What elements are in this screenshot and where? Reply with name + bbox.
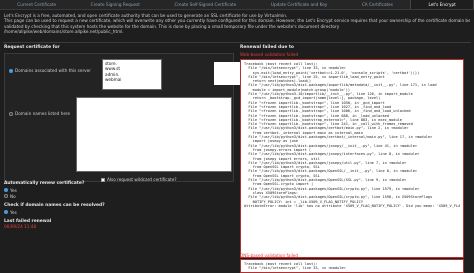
section-divider: [3, 42, 471, 43]
renew-no-label: No: [10, 193, 16, 199]
option-associated-row[interactable]: Domains associated with this server: [9, 68, 91, 73]
auto-renew-heading: Automatically renew certificate?: [4, 181, 85, 186]
radio-renew-yes[interactable]: [4, 188, 8, 193]
auto-renew-no-row[interactable]: No: [4, 194, 232, 199]
radio-check-yes[interactable]: [4, 210, 8, 215]
traceback-line: File "/bin/letsencrypt", line 33, in <mo…: [244, 266, 346, 271]
intro-line: This page can be used to request a new c…: [4, 18, 470, 24]
check-resolve-heading: Check if domain names can be resolved?: [4, 203, 105, 208]
radio-listed[interactable]: [9, 111, 13, 116]
radio-renew-no[interactable]: [4, 194, 8, 199]
traceback-box[interactable]: Traceback (most recent call last): File …: [240, 59, 464, 258]
tab-create-signing-request[interactable]: Create Signing Request: [73, 0, 157, 9]
request-section: Request certificate for Domains associat…: [4, 45, 262, 182]
traceback-line: File "/usr/lib/python3/dist-packages/Ope…: [244, 195, 433, 200]
option-listed-label: Domain names listed here: [15, 111, 71, 116]
radio-associated[interactable]: [9, 68, 13, 73]
tab-create-self-signed[interactable]: Create Self-Signed Certificate: [157, 0, 253, 9]
tab-lets-encrypt[interactable]: Let's Encrypt: [410, 0, 474, 9]
tab-current-certificate[interactable]: Current Certificate: [0, 0, 73, 9]
last-failed-value: 06/09/24 11:48: [4, 224, 37, 230]
check-resolve-yes-row[interactable]: Yes: [4, 210, 232, 215]
domains-list[interactable]: store. www.st admin. webmai: [102, 59, 262, 90]
option-listed-row[interactable]: Domain names listed here: [9, 111, 70, 116]
option-associated-label: Domains associated with this server: [15, 68, 91, 73]
auto-renew-yes-row[interactable]: Yes: [4, 188, 232, 193]
check-yes-label: Yes: [10, 209, 17, 215]
web-validation-failed: Web-based validation failed: [240, 51, 299, 57]
tab-ca-certificates[interactable]: CA Certificates: [345, 0, 411, 9]
traceback-line: AttributeError: module 'lib' has no attr…: [244, 203, 460, 208]
intro-path: /home/allpike/web/domains/store.allpike.…: [4, 28, 124, 34]
renewal-options: Automatically renew certificate? Yes No …: [4, 181, 232, 230]
dns-validation-failed: DNS-based validation failed: [240, 253, 299, 258]
tab-update-certificate[interactable]: Update Certificate and Key: [254, 0, 345, 9]
request-heading: Request certificate for: [4, 45, 60, 50]
intro-text: Let's Encrypt is a free, automated, and …: [4, 13, 470, 34]
domain-names-textarea[interactable]: [76, 97, 232, 172]
tab-bar: Current Certificate Create Signing Reque…: [0, 0, 474, 10]
renew-yes-label: Yes: [10, 187, 17, 193]
failure-section: Renewal failed due to Web-based validati…: [240, 45, 466, 273]
failure-heading: Renewal failed due to: [240, 45, 294, 50]
request-panel: Domains associated with this server stor…: [4, 53, 262, 182]
domain-item: webmai: [105, 76, 122, 82]
